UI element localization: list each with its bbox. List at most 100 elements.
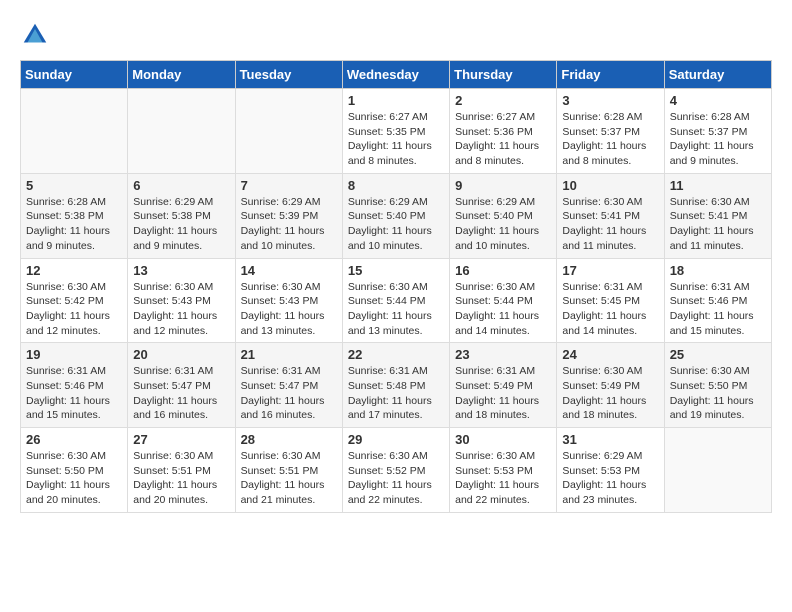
- day-number: 11: [670, 178, 766, 193]
- day-info: Sunrise: 6:28 AMSunset: 5:37 PMDaylight:…: [670, 110, 766, 169]
- calendar-day-15: 15Sunrise: 6:30 AMSunset: 5:44 PMDayligh…: [342, 258, 449, 343]
- day-number: 19: [26, 347, 122, 362]
- calendar-day-25: 25 Sunrise: 6:30 AMSunset: 5:50 PMDayligh…: [664, 343, 771, 428]
- day-number: 14: [241, 263, 337, 278]
- calendar-day-24: 24 Sunrise: 6:30 AMSunset: 5:49 PMDayligh…: [557, 343, 664, 428]
- day-info: Sunrise: 6:30 AMSunset: 5:41 PMDaylight:…: [670, 195, 766, 254]
- calendar-week-2: 5 Sunrise: 6:28 AMSunset: 5:38 PMDaylight…: [21, 173, 772, 258]
- day-number: 20: [133, 347, 229, 362]
- calendar-week-3: 12 Sunrise: 6:30 AMSunset: 5:42 PMDayligh…: [21, 258, 772, 343]
- day-info: Sunrise: 6:30 AMSunset: 5:50 PMDaylight:…: [26, 449, 122, 508]
- calendar-week-5: 26 Sunrise: 6:30 AMSunset: 5:50 PMDayligh…: [21, 428, 772, 513]
- day-number: 18: [670, 263, 766, 278]
- calendar-day-22: 22 Sunrise: 6:31 AMSunset: 5:48 PMDayligh…: [342, 343, 449, 428]
- calendar-week-1: 1Sunrise: 6:27 AMSunset: 5:35 PMDaylight…: [21, 89, 772, 174]
- day-number: 4: [670, 93, 766, 108]
- day-info: Sunrise: 6:29 AMSunset: 5:39 PMDaylight:…: [241, 195, 337, 254]
- day-info: Sunrise: 6:30 AMSunset: 5:50 PMDaylight:…: [670, 364, 766, 423]
- day-number: 2: [455, 93, 551, 108]
- day-info: Sunrise: 6:27 AMSunset: 5:35 PMDaylight:…: [348, 110, 444, 169]
- empty-cell: [128, 89, 235, 174]
- calendar-day-30: 30Sunrise: 6:30 AMSunset: 5:53 PMDayligh…: [450, 428, 557, 513]
- logo-icon: [20, 20, 50, 50]
- day-number: 25: [670, 347, 766, 362]
- day-number: 9: [455, 178, 551, 193]
- day-number: 10: [562, 178, 658, 193]
- day-info: Sunrise: 6:30 AMSunset: 5:44 PMDaylight:…: [455, 280, 551, 339]
- day-number: 12: [26, 263, 122, 278]
- calendar-day-6: 6 Sunrise: 6:29 AMSunset: 5:38 PMDaylight…: [128, 173, 235, 258]
- day-number: 23: [455, 347, 551, 362]
- calendar-day-18: 18 Sunrise: 6:31 AMSunset: 5:46 PMDayligh…: [664, 258, 771, 343]
- calendar-day-31: 31Sunrise: 6:29 AMSunset: 5:53 PMDayligh…: [557, 428, 664, 513]
- day-info: Sunrise: 6:31 AMSunset: 5:47 PMDaylight:…: [133, 364, 229, 423]
- day-number: 17: [562, 263, 658, 278]
- calendar-day-3: 3 Sunrise: 6:28 AMSunset: 5:37 PMDaylight…: [557, 89, 664, 174]
- day-number: 30: [455, 432, 551, 447]
- day-info: Sunrise: 6:29 AMSunset: 5:40 PMDaylight:…: [455, 195, 551, 254]
- day-info: Sunrise: 6:31 AMSunset: 5:49 PMDaylight:…: [455, 364, 551, 423]
- day-info: Sunrise: 6:30 AMSunset: 5:43 PMDaylight:…: [241, 280, 337, 339]
- header-wednesday: Wednesday: [342, 61, 449, 89]
- calendar-day-11: 11 Sunrise: 6:30 AMSunset: 5:41 PMDayligh…: [664, 173, 771, 258]
- day-info: Sunrise: 6:30 AMSunset: 5:49 PMDaylight:…: [562, 364, 658, 423]
- day-info: Sunrise: 6:28 AMSunset: 5:38 PMDaylight:…: [26, 195, 122, 254]
- day-number: 3: [562, 93, 658, 108]
- calendar-day-26: 26 Sunrise: 6:30 AMSunset: 5:50 PMDayligh…: [21, 428, 128, 513]
- day-info: Sunrise: 6:30 AMSunset: 5:41 PMDaylight:…: [562, 195, 658, 254]
- page-header: [20, 20, 772, 50]
- calendar-table: SundayMondayTuesdayWednesdayThursdayFrid…: [20, 60, 772, 513]
- header-friday: Friday: [557, 61, 664, 89]
- calendar-day-1: 1Sunrise: 6:27 AMSunset: 5:35 PMDaylight…: [342, 89, 449, 174]
- day-info: Sunrise: 6:29 AMSunset: 5:53 PMDaylight:…: [562, 449, 658, 508]
- empty-cell: [235, 89, 342, 174]
- calendar-day-14: 14 Sunrise: 6:30 AMSunset: 5:43 PMDayligh…: [235, 258, 342, 343]
- day-number: 24: [562, 347, 658, 362]
- day-info: Sunrise: 6:31 AMSunset: 5:48 PMDaylight:…: [348, 364, 444, 423]
- header-thursday: Thursday: [450, 61, 557, 89]
- calendar-day-8: 8 Sunrise: 6:29 AMSunset: 5:40 PMDaylight…: [342, 173, 449, 258]
- day-info: Sunrise: 6:31 AMSunset: 5:46 PMDaylight:…: [26, 364, 122, 423]
- empty-cell: [664, 428, 771, 513]
- day-info: Sunrise: 6:29 AMSunset: 5:38 PMDaylight:…: [133, 195, 229, 254]
- calendar-day-21: 21Sunrise: 6:31 AMSunset: 5:47 PMDayligh…: [235, 343, 342, 428]
- day-number: 26: [26, 432, 122, 447]
- calendar-day-19: 19 Sunrise: 6:31 AMSunset: 5:46 PMDayligh…: [21, 343, 128, 428]
- day-info: Sunrise: 6:31 AMSunset: 5:46 PMDaylight:…: [670, 280, 766, 339]
- day-number: 29: [348, 432, 444, 447]
- day-number: 16: [455, 263, 551, 278]
- calendar-week-4: 19 Sunrise: 6:31 AMSunset: 5:46 PMDayligh…: [21, 343, 772, 428]
- day-info: Sunrise: 6:29 AMSunset: 5:40 PMDaylight:…: [348, 195, 444, 254]
- logo: [20, 20, 54, 50]
- day-number: 22: [348, 347, 444, 362]
- calendar-day-29: 29Sunrise: 6:30 AMSunset: 5:52 PMDayligh…: [342, 428, 449, 513]
- calendar-day-27: 27 Sunrise: 6:30 AMSunset: 5:51 PMDayligh…: [128, 428, 235, 513]
- day-number: 8: [348, 178, 444, 193]
- day-number: 6: [133, 178, 229, 193]
- day-info: Sunrise: 6:27 AMSunset: 5:36 PMDaylight:…: [455, 110, 551, 169]
- header-saturday: Saturday: [664, 61, 771, 89]
- calendar-day-20: 20 Sunrise: 6:31 AMSunset: 5:47 PMDayligh…: [128, 343, 235, 428]
- day-info: Sunrise: 6:31 AMSunset: 5:47 PMDaylight:…: [241, 364, 337, 423]
- calendar-header-row: SundayMondayTuesdayWednesdayThursdayFrid…: [21, 61, 772, 89]
- header-tuesday: Tuesday: [235, 61, 342, 89]
- calendar-day-13: 13Sunrise: 6:30 AMSunset: 5:43 PMDayligh…: [128, 258, 235, 343]
- day-info: Sunrise: 6:31 AMSunset: 5:45 PMDaylight:…: [562, 280, 658, 339]
- calendar-day-4: 4 Sunrise: 6:28 AMSunset: 5:37 PMDaylight…: [664, 89, 771, 174]
- calendar-day-16: 16 Sunrise: 6:30 AMSunset: 5:44 PMDayligh…: [450, 258, 557, 343]
- day-info: Sunrise: 6:30 AMSunset: 5:51 PMDaylight:…: [241, 449, 337, 508]
- day-number: 5: [26, 178, 122, 193]
- calendar-day-10: 10 Sunrise: 6:30 AMSunset: 5:41 PMDayligh…: [557, 173, 664, 258]
- calendar-day-23: 23 Sunrise: 6:31 AMSunset: 5:49 PMDayligh…: [450, 343, 557, 428]
- day-info: Sunrise: 6:30 AMSunset: 5:42 PMDaylight:…: [26, 280, 122, 339]
- day-number: 27: [133, 432, 229, 447]
- day-number: 28: [241, 432, 337, 447]
- calendar-day-17: 17 Sunrise: 6:31 AMSunset: 5:45 PMDayligh…: [557, 258, 664, 343]
- day-number: 15: [348, 263, 444, 278]
- day-number: 7: [241, 178, 337, 193]
- calendar-day-2: 2 Sunrise: 6:27 AMSunset: 5:36 PMDaylight…: [450, 89, 557, 174]
- empty-cell: [21, 89, 128, 174]
- calendar-day-28: 28 Sunrise: 6:30 AMSunset: 5:51 PMDayligh…: [235, 428, 342, 513]
- day-info: Sunrise: 6:28 AMSunset: 5:37 PMDaylight:…: [562, 110, 658, 169]
- day-info: Sunrise: 6:30 AMSunset: 5:51 PMDaylight:…: [133, 449, 229, 508]
